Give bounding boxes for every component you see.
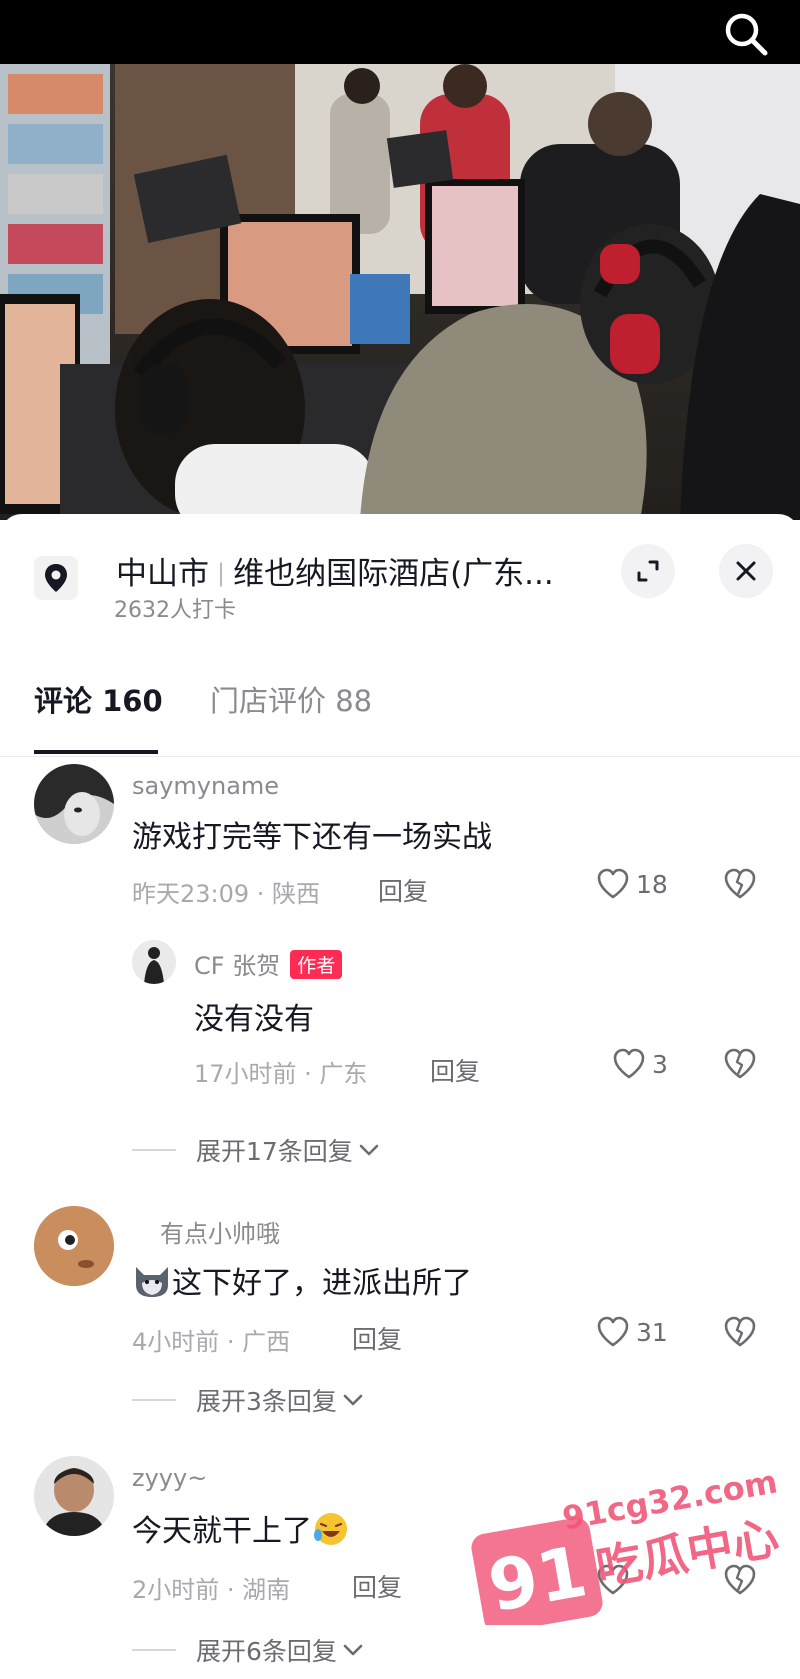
tab-store-reviews[interactable]: 门店评价 88 xyxy=(210,678,372,720)
comment-meta: 2小时前 · 湖南 xyxy=(132,1576,291,1604)
comment-meta: 昨天23:09 · 陕西 xyxy=(132,880,321,908)
reply-button[interactable]: 回复 xyxy=(352,1568,402,1604)
avatar[interactable] xyxy=(132,940,176,984)
reply-button[interactable]: 回复 xyxy=(430,1052,480,1088)
comment-text: 这下好了，进派出所了 xyxy=(132,1258,472,1302)
reply-username-text: CF 张贺 xyxy=(194,952,281,980)
comment-meta: 4小时前 · 广西 xyxy=(132,1328,291,1356)
heart-icon xyxy=(597,868,629,899)
close-button[interactable] xyxy=(719,544,773,598)
avatar-face-icon xyxy=(34,1206,114,1286)
dislike-button[interactable] xyxy=(723,1316,757,1352)
comment-text-content: 这下好了，进派出所了 xyxy=(172,1266,472,1301)
reply-button[interactable]: 回复 xyxy=(378,872,428,908)
expand-replies[interactable]: 展开17条回复 xyxy=(132,1132,381,1168)
chevron-down-icon xyxy=(343,1644,363,1656)
dislike-button[interactable] xyxy=(723,1564,757,1600)
location-pin-icon xyxy=(45,564,67,592)
search-button[interactable] xyxy=(720,8,772,60)
comment-text: 今天就干上了 xyxy=(132,1506,350,1550)
comment-username[interactable]: zyyy~ xyxy=(132,1464,207,1492)
divider-line xyxy=(132,1649,176,1651)
like-count: 18 xyxy=(636,869,668,899)
tab-bar: 评论 160 门店评价 88 xyxy=(0,664,800,757)
avatar-figure-icon xyxy=(132,940,176,984)
like-count: 3 xyxy=(652,1049,668,1079)
like-button[interactable]: 3 xyxy=(612,1048,668,1080)
comment-text-content: 今天就干上了 xyxy=(132,1514,312,1549)
avatar-face-icon xyxy=(34,764,114,844)
comment-text: 游戏打完等下还有一场实战 xyxy=(132,820,492,855)
avatar[interactable] xyxy=(34,1206,114,1286)
expand-replies-label: 展开3条回复 xyxy=(196,1387,337,1416)
dislike-button[interactable] xyxy=(723,868,757,904)
expand-icon xyxy=(637,560,659,582)
like-count: 31 xyxy=(636,1317,668,1347)
search-icon xyxy=(725,13,768,56)
husky-emoji-icon xyxy=(136,1267,168,1297)
broken-heart-icon xyxy=(724,868,756,899)
avatar[interactable] xyxy=(34,1456,114,1536)
expand-replies[interactable]: 展开6条回复 xyxy=(132,1632,365,1668)
active-tab-indicator xyxy=(34,750,158,754)
broken-heart-icon xyxy=(724,1564,756,1595)
reply-username[interactable]: CF 张贺 作者 xyxy=(194,946,343,981)
close-icon xyxy=(736,561,756,581)
title-divider: | xyxy=(217,559,226,587)
comment-username[interactable]: saymyname xyxy=(132,772,279,800)
heart-icon xyxy=(613,1048,645,1079)
avatar[interactable] xyxy=(34,764,114,844)
reply-meta: 17小时前 · 广东 xyxy=(194,1060,368,1088)
heart-icon xyxy=(597,1316,629,1347)
photo-area xyxy=(0,0,800,520)
comments-sheet: 中山市 | 维也纳国际酒店(广东... 2632人打卡 评论 160 门店评价 88 xyxy=(0,514,800,1679)
location-title[interactable]: 中山市 | 维也纳国际酒店(广东... xyxy=(116,548,554,593)
expand-replies[interactable]: 展开3条回复 xyxy=(132,1382,365,1418)
top-bar xyxy=(0,0,800,64)
expand-replies-label: 展开17条回复 xyxy=(196,1137,353,1166)
author-badge: 作者 xyxy=(290,950,343,979)
internet-cafe-photo xyxy=(0,64,800,520)
avatar-face-icon xyxy=(34,1456,114,1536)
location-place: 维也纳国际酒店(广东... xyxy=(233,556,554,592)
like-button[interactable] xyxy=(596,1564,636,1596)
expand-button[interactable] xyxy=(621,544,675,598)
like-button[interactable]: 31 xyxy=(596,1316,668,1348)
like-button[interactable]: 18 xyxy=(596,868,668,900)
location-pin xyxy=(34,556,78,600)
location-city: 中山市 xyxy=(116,556,209,592)
broken-heart-icon xyxy=(724,1316,756,1347)
reply-text: 没有没有 xyxy=(194,1002,314,1037)
reply-button[interactable]: 回复 xyxy=(352,1320,402,1356)
heart-icon xyxy=(597,1564,629,1595)
checkin-count: 2632人打卡 xyxy=(114,598,236,623)
divider-line xyxy=(132,1149,176,1151)
dislike-button[interactable] xyxy=(723,1048,757,1084)
laughing-emoji-icon xyxy=(314,1513,347,1545)
comment-username[interactable]: 有点小帅哦 xyxy=(160,1214,280,1249)
broken-heart-icon xyxy=(724,1048,756,1079)
chevron-down-icon xyxy=(359,1144,379,1156)
divider-line xyxy=(132,1399,176,1401)
tab-comments[interactable]: 评论 160 xyxy=(34,678,163,720)
expand-replies-label: 展开6条回复 xyxy=(196,1637,337,1666)
chevron-down-icon xyxy=(343,1394,363,1406)
